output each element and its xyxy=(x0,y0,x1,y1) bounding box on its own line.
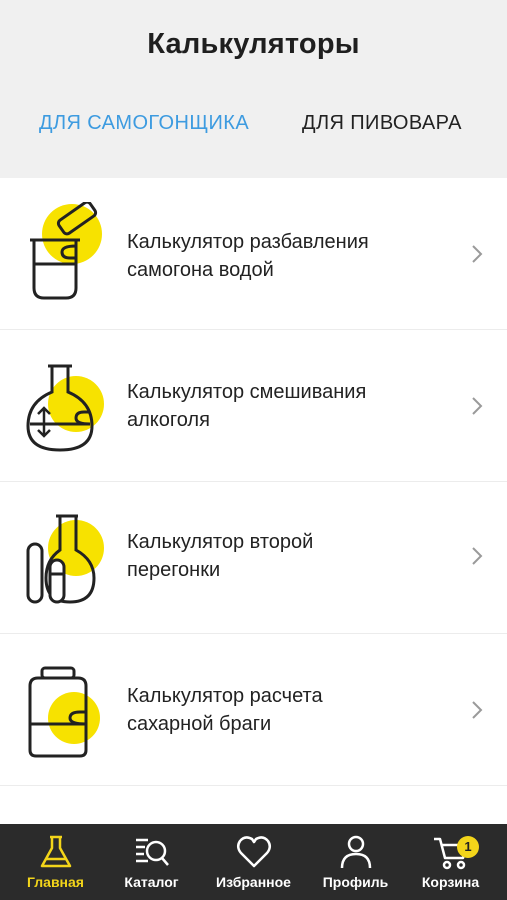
jar-icon xyxy=(28,666,100,758)
tab-moonshiner[interactable]: ДЛЯ САМОГОНЩИКА xyxy=(39,112,249,135)
nav-label: Главная xyxy=(27,874,84,890)
item-label: Калькулятор смешивания алкоголя xyxy=(127,381,367,431)
beaker-pour-icon xyxy=(30,202,102,300)
page-title: Калькуляторы xyxy=(147,28,360,60)
chevron-right-icon xyxy=(472,701,483,719)
cart-count-badge: 1 xyxy=(457,836,479,858)
list-item-mixing-calculator[interactable]: Калькулятор смешивания алкоголя xyxy=(0,330,507,482)
chevron-right-icon xyxy=(472,547,483,565)
list-item-sugar-mash-calculator[interactable]: Калькулятор расчета сахарной браги xyxy=(0,634,507,786)
chevron-right-icon xyxy=(472,245,483,263)
nav-favorites[interactable]: Избранное xyxy=(203,824,304,900)
nav-cart[interactable]: 1 Корзина xyxy=(400,824,501,900)
flask-tubes-icon xyxy=(26,514,104,604)
header: Калькуляторы ДЛЯ САМОГОНЩИКА ДЛЯ ПИВОВАР… xyxy=(0,0,507,178)
nav-profile[interactable]: Профиль xyxy=(305,824,406,900)
flask-icon xyxy=(40,835,71,868)
nav-label: Корзина xyxy=(421,874,480,890)
nav-label: Избранное xyxy=(216,874,291,890)
nav-label: Каталог xyxy=(124,874,179,890)
chevron-right-icon xyxy=(472,397,483,415)
nav-catalog[interactable]: Каталог xyxy=(101,824,202,900)
item-label: Калькулятор разбавления самогона водой xyxy=(127,231,369,281)
item-label: Калькулятор второй перегонки xyxy=(127,531,314,581)
heart-icon xyxy=(236,836,271,868)
calculator-list: Калькулятор разбавления самогона водой К… xyxy=(0,178,507,824)
nav-label: Профиль xyxy=(322,874,389,890)
catalog-search-icon xyxy=(135,838,169,866)
item-label: Калькулятор расчета сахарной браги xyxy=(127,685,323,735)
tab-bar: ДЛЯ САМОГОНЩИКА ДЛЯ ПИВОВАРА xyxy=(0,112,507,148)
list-item-second-distillation-calculator[interactable]: Калькулятор второй перегонки xyxy=(0,482,507,634)
nav-home[interactable]: Главная xyxy=(5,824,106,900)
tab-brewer[interactable]: ДЛЯ ПИВОВАРА xyxy=(302,112,462,135)
round-flask-icon xyxy=(26,364,104,452)
list-item-dilution-calculator[interactable]: Калькулятор разбавления самогона водой xyxy=(0,178,507,330)
bottom-navigation: Главная Каталог Избранное Профиль 1 Корз… xyxy=(0,824,507,900)
user-icon xyxy=(340,835,371,869)
